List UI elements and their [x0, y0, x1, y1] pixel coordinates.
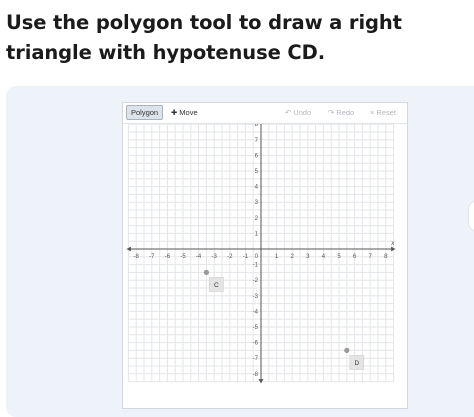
y-tick-label: -8	[253, 372, 259, 378]
redo-button[interactable]: ↷ Redo	[324, 105, 358, 120]
y-tick-label: -3	[253, 294, 259, 300]
x-tick-label: -7	[149, 254, 155, 260]
graphing-widget: Polygon ✚Move ↶Undo ↷Redo ×Reset xy-8-7-…	[122, 102, 408, 409]
move-tool-label: Move	[179, 108, 198, 117]
graph-toolbar: Polygon ✚ Move ↶ Undo ↷ Redo × Reset	[123, 103, 407, 124]
question-text: Use the polygon tool to draw a right tri…	[6, 11, 402, 64]
point-label-c: C	[209, 277, 224, 292]
point-label-d: D	[349, 355, 365, 370]
y-tick-label: 2	[255, 216, 259, 222]
y-tick-label: -4	[253, 309, 259, 315]
y-tick-label: 1	[255, 231, 259, 237]
reset-label: Reset	[376, 108, 396, 117]
reset-button[interactable]: × Reset	[366, 105, 400, 120]
y-tick-label: -1	[253, 263, 259, 269]
undo-button[interactable]: ↶ Undo	[281, 105, 315, 120]
y-tick-label: 7	[255, 138, 259, 144]
scroll-handle[interactable]	[469, 202, 474, 230]
undo-arrow-icon: ↶	[285, 108, 292, 117]
x-tick-label: -1	[243, 254, 249, 260]
point-d[interactable]	[344, 347, 350, 353]
x-axis-label: x	[390, 240, 395, 247]
x-tick-label: -5	[180, 254, 186, 260]
close-x-icon: ×	[370, 108, 375, 117]
y-tick-label: -2	[253, 278, 259, 284]
x-tick-label: -2	[227, 254, 233, 260]
y-tick-label: -6	[253, 341, 259, 347]
coordinate-plane[interactable]: xy-8-7-6-5-4-3-2-112345678-8-7-6-5-4-3-2…	[123, 124, 407, 408]
redo-arrow-icon: ↷	[328, 108, 335, 117]
undo-label: Undo	[293, 108, 312, 117]
polygon-tool-label: Polygon	[131, 108, 159, 117]
x-tick-label: -8	[134, 254, 140, 260]
move-arrows-icon: ✚	[171, 108, 178, 117]
y-tick-label: 4	[255, 185, 259, 191]
y-tick-label: 5	[255, 169, 259, 175]
y-tick-label: -7	[253, 356, 259, 362]
redo-label: Redo	[336, 108, 355, 117]
x-tick-label: -6	[165, 254, 171, 260]
y-tick-label: 3	[255, 200, 259, 206]
x-tick-label: -3	[212, 254, 218, 260]
x-tick-label: -4	[196, 254, 202, 260]
move-tool-button[interactable]: ✚ Move	[167, 105, 202, 120]
point-c[interactable]	[203, 269, 209, 275]
point-label-text: D	[354, 360, 359, 367]
polygon-tool-button[interactable]: Polygon	[126, 105, 164, 120]
y-tick-label: -5	[253, 325, 259, 331]
y-tick-label: 6	[255, 153, 259, 159]
point-label-text: C	[214, 282, 219, 289]
